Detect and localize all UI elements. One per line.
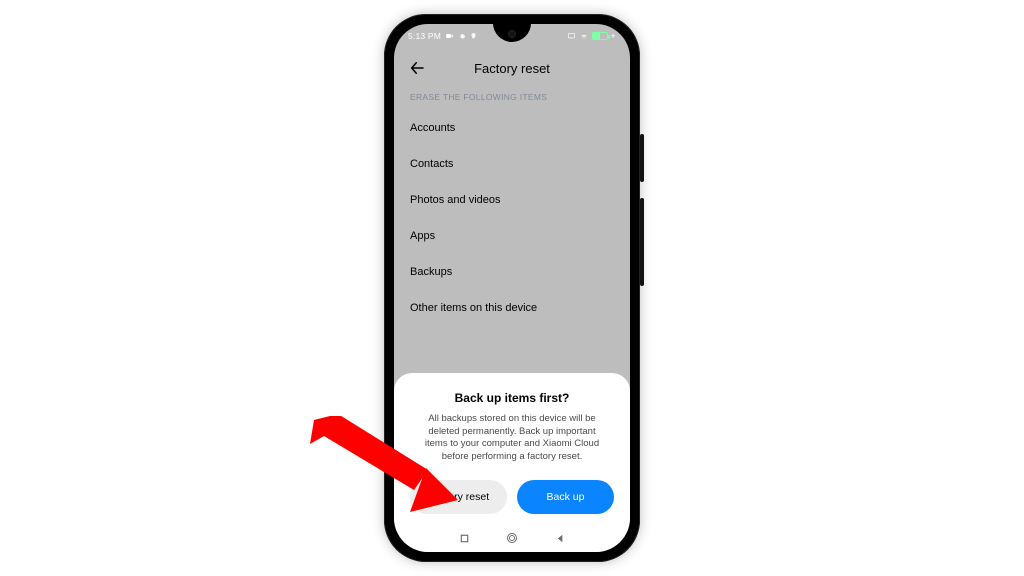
dialog-title: Back up items first?	[455, 391, 570, 405]
dialog-body: All backups stored on this device will b…	[410, 413, 614, 464]
nav-bar	[394, 524, 630, 552]
back-nav-icon[interactable]	[554, 532, 566, 544]
cast-icon	[567, 32, 576, 40]
section-label: ERASE THE FOLLOWING ITEMS	[410, 92, 614, 102]
video-icon	[445, 32, 454, 40]
list-item: Contacts	[394, 146, 630, 182]
list-item: Apps	[394, 218, 630, 254]
power-button	[640, 134, 644, 182]
list-item: Accounts	[394, 110, 630, 146]
location-icon	[470, 32, 477, 40]
volume-button	[640, 198, 644, 286]
list-item: Other items on this device	[394, 290, 630, 326]
recents-icon[interactable]	[458, 532, 470, 544]
list-item: Backups	[394, 254, 630, 290]
screen: 5:13 PM	[394, 24, 630, 552]
status-time: 5:13 PM	[408, 31, 441, 41]
home-icon[interactable]	[506, 532, 518, 544]
battery-icon	[592, 32, 608, 40]
phone-frame: 5:13 PM	[384, 14, 640, 562]
back-up-button[interactable]: Back up	[517, 480, 614, 514]
list-item: Photos and videos	[394, 182, 630, 218]
charging-icon: +	[611, 31, 616, 41]
wifi-icon	[579, 32, 589, 40]
gear-icon	[458, 32, 466, 40]
erase-list: Accounts Contacts Photos and videos Apps…	[394, 110, 630, 326]
app-bar: Factory reset	[394, 48, 630, 88]
factory-reset-button[interactable]: Factory reset	[410, 480, 507, 514]
page-title: Factory reset	[406, 61, 618, 76]
